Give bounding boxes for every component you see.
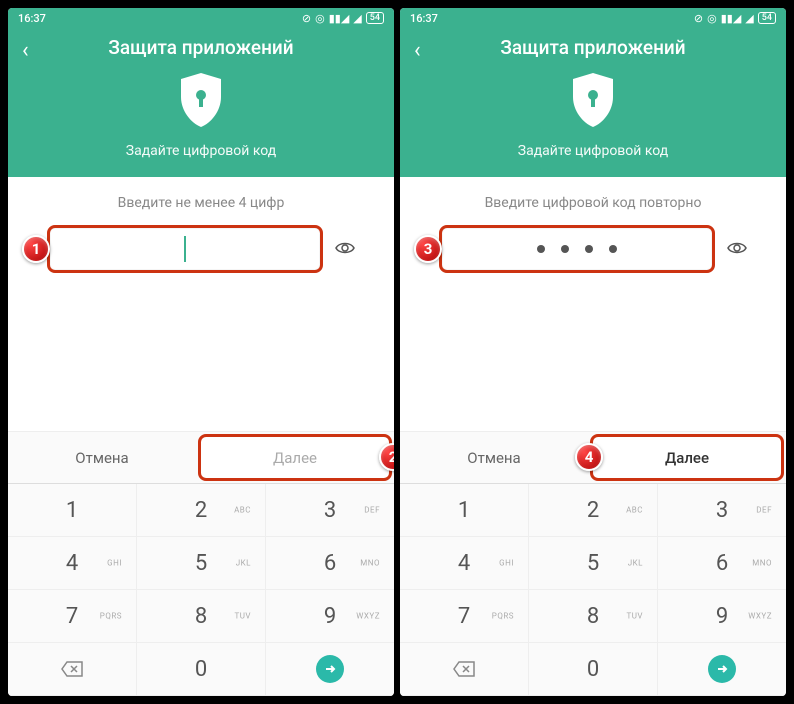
annotation-marker-3: 3: [414, 235, 442, 263]
status-icons: ⊘ ◎ ▮▮◢ ◢ 54: [694, 12, 776, 25]
key-2[interactable]: 2ABC: [529, 484, 658, 536]
alarm-icon: ⊘: [694, 12, 703, 25]
key-row: 7PQRS 8TUV 9WXYZ: [400, 590, 786, 643]
header-subtitle: Задайте цифровой код: [414, 143, 772, 159]
key-8[interactable]: 8TUV: [137, 590, 266, 642]
wifi-icon: ◢: [745, 12, 753, 25]
next-button[interactable]: 4 Далее: [590, 434, 784, 481]
key-2[interactable]: 2ABC: [137, 484, 266, 536]
battery-icon: 54: [758, 12, 776, 24]
key-4[interactable]: 4GHI: [400, 537, 529, 589]
signal-icon: ▮▮◢: [721, 12, 742, 25]
content-area: Введите не менее 4 цифр 1 Отмена Далее 2: [8, 177, 394, 483]
page-title: Защита приложений: [22, 36, 380, 59]
pin-dot: [561, 245, 569, 253]
shield-icon: [177, 71, 225, 129]
visibility-toggle-icon[interactable]: [727, 239, 747, 260]
key-5[interactable]: 5JKL: [137, 537, 266, 589]
cancel-button[interactable]: Отмена: [8, 432, 196, 483]
key-row: 4GHI 5JKL 6MNO: [8, 537, 394, 590]
key-8[interactable]: 8TUV: [529, 590, 658, 642]
phone-screen-1: 16:37 ⊘ ◎ ▮▮◢ ◢ 54 ‹ Защита приложений З…: [8, 8, 394, 696]
phone-screen-2: 16:37 ⊘ ◎ ▮▮◢ ◢ 54 ‹ Защита приложений З…: [400, 8, 786, 696]
annotation-marker-2: 2: [379, 443, 394, 471]
annotation-marker-1: 1: [22, 235, 50, 263]
key-0[interactable]: 0: [137, 643, 266, 695]
key-row: 1 2ABC 3DEF: [400, 484, 786, 537]
key-7[interactable]: 7PQRS: [8, 590, 137, 642]
alarm-icon: ⊘: [302, 12, 311, 25]
key-row: 7PQRS 8TUV 9WXYZ: [8, 590, 394, 643]
pin-dot: [537, 245, 545, 253]
battery-icon: 54: [366, 12, 384, 24]
key-9[interactable]: 9WXYZ: [658, 590, 786, 642]
key-1[interactable]: 1: [400, 484, 529, 536]
back-button[interactable]: ‹: [22, 38, 29, 63]
header: ‹ Защита приложений Задайте цифровой код: [400, 28, 786, 177]
enter-icon: [316, 655, 344, 683]
prompt-text: Введите цифровой код повторно: [420, 195, 766, 211]
status-icons: ⊘ ◎ ▮▮◢ ◢ 54: [302, 12, 384, 25]
key-row: 0: [8, 643, 394, 696]
action-bar: Отмена 4 Далее: [400, 431, 786, 483]
backspace-key[interactable]: [400, 643, 529, 695]
dnd-icon: ◎: [707, 12, 717, 25]
key-row: 4GHI 5JKL 6MNO: [400, 537, 786, 590]
key-6[interactable]: 6MNO: [266, 537, 394, 589]
key-1[interactable]: 1: [8, 484, 137, 536]
signal-icon: ▮▮◢: [329, 12, 350, 25]
key-5[interactable]: 5JKL: [529, 537, 658, 589]
status-time: 16:37: [410, 12, 438, 25]
prompt-text: Введите не менее 4 цифр: [28, 195, 374, 211]
key-7[interactable]: 7PQRS: [400, 590, 529, 642]
next-label: Далее: [665, 449, 709, 467]
wifi-icon: ◢: [353, 12, 361, 25]
content: Введите цифровой код повторно 3: [400, 177, 786, 291]
page-title: Защита приложений: [414, 36, 772, 59]
backspace-key[interactable]: [8, 643, 137, 695]
keypad: 1 2ABC 3DEF 4GHI 5JKL 6MNO 7PQRS 8TUV 9W…: [400, 483, 786, 696]
key-row: 1 2ABC 3DEF: [8, 484, 394, 537]
back-button[interactable]: ‹: [414, 38, 421, 63]
status-bar: 16:37 ⊘ ◎ ▮▮◢ ◢ 54: [8, 8, 394, 28]
pin-row: 1: [28, 225, 374, 273]
annotation-marker-4: 4: [575, 443, 603, 471]
enter-icon: [708, 655, 736, 683]
pin-input[interactable]: [47, 225, 323, 273]
text-cursor: [184, 236, 186, 262]
status-bar: 16:37 ⊘ ◎ ▮▮◢ ◢ 54: [400, 8, 786, 28]
key-0[interactable]: 0: [529, 643, 658, 695]
header-subtitle: Задайте цифровой код: [22, 143, 380, 159]
key-9[interactable]: 9WXYZ: [266, 590, 394, 642]
next-label: Далее: [273, 449, 317, 467]
enter-key[interactable]: [658, 643, 786, 695]
key-3[interactable]: 3DEF: [658, 484, 786, 536]
visibility-toggle-icon[interactable]: [335, 239, 355, 260]
pin-dots: [537, 245, 617, 253]
key-4[interactable]: 4GHI: [8, 537, 137, 589]
pin-row: 3: [420, 225, 766, 273]
pin-input[interactable]: [439, 225, 715, 273]
content: Введите не менее 4 цифр 1: [8, 177, 394, 291]
shield-icon: [569, 71, 617, 129]
key-3[interactable]: 3DEF: [266, 484, 394, 536]
next-button[interactable]: Далее 2: [198, 434, 392, 481]
keypad: 1 2ABC 3DEF 4GHI 5JKL 6MNO 7PQRS 8TUV 9W…: [8, 483, 394, 696]
key-6[interactable]: 6MNO: [658, 537, 786, 589]
action-bar: Отмена Далее 2: [8, 431, 394, 483]
pin-dot: [585, 245, 593, 253]
status-time: 16:37: [18, 12, 46, 25]
header: ‹ Защита приложений Задайте цифровой код: [8, 28, 394, 177]
pin-dot: [609, 245, 617, 253]
key-row: 0: [400, 643, 786, 696]
enter-key[interactable]: [266, 643, 394, 695]
dnd-icon: ◎: [315, 12, 325, 25]
content-area: Введите цифровой код повторно 3 Отмена: [400, 177, 786, 483]
cancel-button[interactable]: Отмена: [400, 432, 588, 483]
